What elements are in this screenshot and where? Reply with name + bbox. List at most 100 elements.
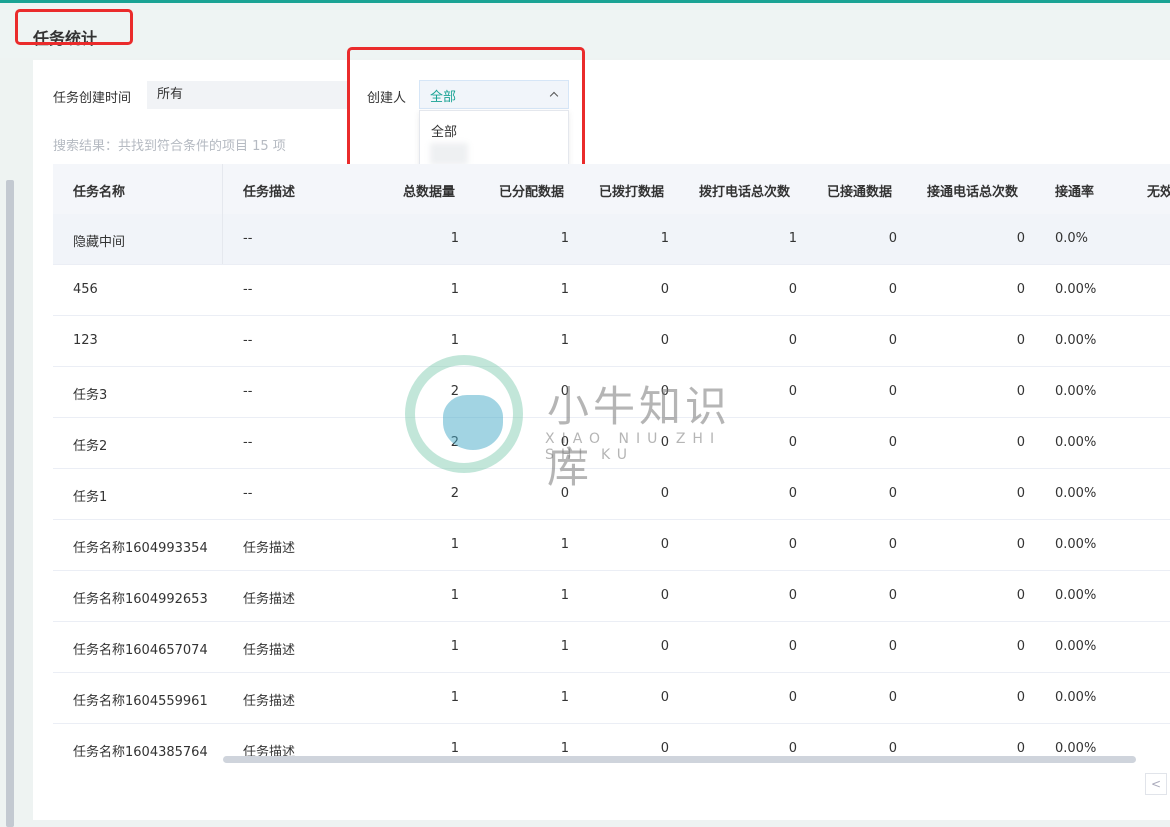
table-row[interactable]: 隐藏中间 -- 1 1 1 1 0 0 0.0% <box>53 214 1170 265</box>
table-cell-dialed: 0 <box>660 435 669 450</box>
table-cell-rate: 0.00% <box>1055 588 1097 603</box>
column-header[interactable]: 接通率 <box>1055 181 1094 200</box>
table-cell-connected: 0 <box>888 384 897 399</box>
table-cell-calls: 1 <box>788 231 797 246</box>
table-cell-desc: 任务描述 <box>243 541 296 556</box>
left-scrollbar[interactable] <box>6 180 14 827</box>
table-cell-connected: 0 <box>888 231 897 246</box>
table-cell-total: 1 <box>450 639 459 654</box>
table-cell-assigned: 1 <box>560 690 569 705</box>
search-result-text: 搜索结果：共找到符合条件的项目 15 项 <box>53 139 286 154</box>
table-cell-name: 任务2 <box>73 439 108 454</box>
table-cell-desc: -- <box>243 231 253 246</box>
column-header[interactable]: 已接通数据 <box>827 181 892 200</box>
table-cell-assigned: 0 <box>560 486 569 501</box>
table-row[interactable]: 456 -- 1 1 0 0 0 0 0.00% <box>53 265 1170 316</box>
table-cell-assigned: 1 <box>560 537 569 552</box>
table-cell-assigned: 1 <box>560 282 569 297</box>
table-cell-desc: 任务描述 <box>243 643 296 658</box>
fixed-column-divider <box>222 164 223 264</box>
table-row[interactable]: 任务1 -- 2 0 0 0 0 0 0.00% <box>53 469 1170 520</box>
column-header[interactable]: 无效 <box>1147 181 1170 200</box>
table-cell-dialed: 0 <box>660 741 669 756</box>
create-time-label: 任务创建时间 <box>53 91 132 106</box>
table-cell-desc: -- <box>243 384 253 399</box>
scroll-left-button[interactable]: < <box>1145 773 1167 795</box>
table-cell-dialed: 0 <box>660 333 669 348</box>
table-cell-conn-calls: 0 <box>1016 588 1025 603</box>
table-cell-rate: 0.0% <box>1055 231 1089 246</box>
table-cell-rate: 0.00% <box>1055 333 1097 348</box>
create-time-select[interactable]: 所有 <box>147 81 347 109</box>
table-cell-total: 1 <box>450 690 459 705</box>
table-cell-name: 任务名称1604992653 <box>73 592 208 607</box>
column-header[interactable]: 已分配数据 <box>499 181 564 200</box>
table-cell-rate: 0.00% <box>1055 639 1097 654</box>
table-row[interactable]: 123 -- 1 1 0 0 0 0 0.00% <box>53 316 1170 367</box>
table-cell-calls: 0 <box>788 435 797 450</box>
page-header: 任务统计 <box>0 3 1170 58</box>
table-cell-dialed: 0 <box>660 282 669 297</box>
table-row[interactable]: 任务3 -- 2 0 0 0 0 0 0.00% <box>53 367 1170 418</box>
table-cell-connected: 0 <box>888 537 897 552</box>
table-cell-name: 任务1 <box>73 490 108 505</box>
table-cell-name: 123 <box>73 333 98 348</box>
column-header[interactable]: 总数据量 <box>403 181 455 200</box>
column-header[interactable]: 接通电话总次数 <box>927 181 1018 200</box>
table-cell-rate: 0.00% <box>1055 282 1097 297</box>
table-cell-desc: -- <box>243 486 253 501</box>
column-header[interactable]: 已拨打数据 <box>599 181 664 200</box>
table-cell-name: 456 <box>73 282 98 297</box>
table-row[interactable]: 任务2 -- 2 0 0 0 0 0 0.00% <box>53 418 1170 469</box>
table-cell-calls: 0 <box>788 537 797 552</box>
table-cell-dialed: 0 <box>660 690 669 705</box>
table-cell-conn-calls: 0 <box>1016 537 1025 552</box>
table-cell-connected: 0 <box>888 282 897 297</box>
table-cell-assigned: 1 <box>560 741 569 756</box>
table-cell-calls: 0 <box>788 741 797 756</box>
table-cell-desc: -- <box>243 333 253 348</box>
column-header[interactable]: 拨打电话总次数 <box>699 181 790 200</box>
table-cell-name: 任务名称1604993354 <box>73 541 208 556</box>
table-cell-connected: 0 <box>888 588 897 603</box>
stats-table: 任务名称 任务描述 总数据量 已分配数据 已拨打数据 拨打电话总次数 已接通数据 接通电话总次… <box>53 164 1170 764</box>
column-header[interactable]: 任务描述 <box>243 181 295 200</box>
table-cell-connected: 0 <box>888 741 897 756</box>
table-row[interactable]: 任务名称1604657074 任务描述 1 1 0 0 0 0 0.00% <box>53 622 1170 673</box>
table-cell-calls: 0 <box>788 384 797 399</box>
table-cell-calls: 0 <box>788 333 797 348</box>
table-cell-conn-calls: 0 <box>1016 741 1025 756</box>
table-cell-conn-calls: 0 <box>1016 384 1025 399</box>
table-cell-rate: 0.00% <box>1055 384 1097 399</box>
table-cell-conn-calls: 0 <box>1016 690 1025 705</box>
column-header[interactable]: 任务名称 <box>73 181 125 200</box>
table-cell-conn-calls: 0 <box>1016 639 1025 654</box>
table-cell-total: 1 <box>450 231 459 246</box>
table-cell-connected: 0 <box>888 333 897 348</box>
table-cell-connected: 0 <box>888 639 897 654</box>
horizontal-scrollbar[interactable] <box>223 756 1136 763</box>
table-cell-calls: 0 <box>788 639 797 654</box>
table-cell-rate: 0.00% <box>1055 537 1097 552</box>
table-row[interactable]: 任务名称1604993354 任务描述 1 1 0 0 0 0 0.00% <box>53 520 1170 571</box>
table-cell-assigned: 1 <box>560 231 569 246</box>
table-row[interactable]: 任务名称1604559961 任务描述 1 1 0 0 0 0 0.00% <box>53 673 1170 724</box>
table-cell-dialed: 0 <box>660 486 669 501</box>
table-cell-total: 1 <box>450 282 459 297</box>
table-cell-name: 任务名称1604559961 <box>73 694 208 709</box>
table-cell-calls: 0 <box>788 486 797 501</box>
table-cell-dialed: 0 <box>660 588 669 603</box>
table-cell-connected: 0 <box>888 690 897 705</box>
table-cell-desc: 任务描述 <box>243 592 296 607</box>
table-cell-desc: 任务描述 <box>243 694 296 709</box>
table-cell-assigned: 1 <box>560 588 569 603</box>
table-cell-total: 2 <box>450 486 459 501</box>
table-row[interactable]: 任务名称1604992653 任务描述 1 1 0 0 0 0 0.00% <box>53 571 1170 622</box>
table-cell-calls: 0 <box>788 282 797 297</box>
table-cell-desc: -- <box>243 282 253 297</box>
table-cell-desc: -- <box>243 435 253 450</box>
table-cell-assigned: 0 <box>560 435 569 450</box>
table-cell-total: 2 <box>450 435 459 450</box>
table-header: 任务名称 任务描述 总数据量 已分配数据 已拨打数据 拨打电话总次数 已接通数据 接通电话总次… <box>53 164 1170 214</box>
table-cell-total: 1 <box>450 588 459 603</box>
